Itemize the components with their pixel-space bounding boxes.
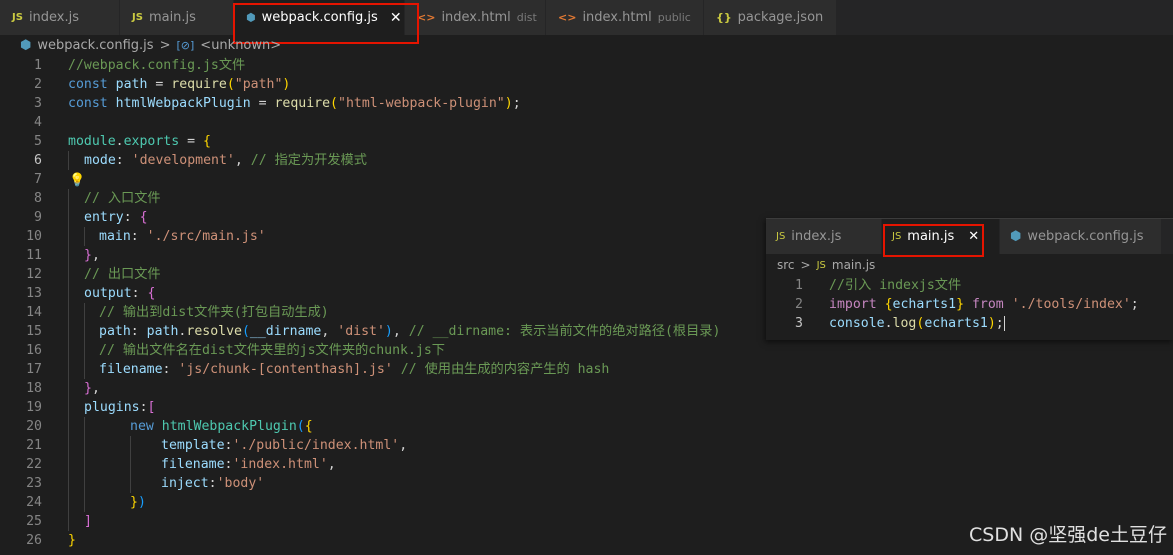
close-icon[interactable]: ✕ bbox=[390, 10, 402, 26]
js-file-icon: JS bbox=[12, 12, 23, 23]
code-line: 24}) bbox=[26, 493, 146, 512]
tab-index-js[interactable]: JS index.js bbox=[766, 219, 882, 254]
tab-label: main.js bbox=[907, 229, 955, 244]
breadcrumb-file[interactable]: main.js bbox=[832, 258, 875, 272]
peek-tab-bar: JS index.js JS main.js ✕ ⬢ webpack.confi… bbox=[766, 219, 1173, 254]
code-line: 2 const path = require("path") bbox=[34, 77, 291, 92]
tab-index-html-public[interactable]: <> index.html public bbox=[546, 0, 704, 35]
tab-label: webpack.config.js bbox=[261, 10, 378, 25]
editor-tab-bar: JS index.js JS main.js ⬢ webpack.config.… bbox=[0, 0, 1173, 35]
tab-label: index.html bbox=[582, 10, 652, 25]
breadcrumb: ⬢ webpack.config.js > [⊘] <unknown> bbox=[0, 35, 1173, 55]
code-line: 23 inject:'body' bbox=[26, 474, 265, 493]
code-line: 21 template:'./public/index.html', bbox=[26, 436, 408, 455]
code-line: 20 new htmlWebpackPlugin({ bbox=[26, 417, 313, 436]
js-file-icon: JS bbox=[776, 231, 786, 242]
tab-package-json[interactable]: {} package.json bbox=[704, 0, 837, 35]
watermark: CSDN @坚强de土豆仔 bbox=[969, 524, 1167, 546]
js-file-icon: JS bbox=[816, 259, 826, 271]
tab-label: index.html bbox=[441, 10, 511, 25]
tab-webpack-config-js[interactable]: ⬢ webpack.config.js bbox=[1000, 219, 1162, 254]
peek-editor-panel: JS index.js JS main.js ✕ ⬢ webpack.confi… bbox=[766, 218, 1173, 340]
tab-description: public bbox=[657, 11, 691, 24]
code-line: 3 console.log(echarts1); bbox=[795, 315, 1005, 331]
tab-label: index.js bbox=[791, 229, 842, 244]
tab-index-js[interactable]: JS index.js bbox=[0, 0, 120, 35]
breadcrumb-folder[interactable]: src bbox=[777, 258, 795, 272]
code-line: 7 💡 bbox=[34, 171, 86, 190]
tab-main-js[interactable]: JS main.js ✕ bbox=[882, 219, 1000, 254]
text-cursor bbox=[1003, 315, 1005, 331]
code-line: 8// 入口文件 bbox=[34, 189, 161, 208]
code-line: 6 mode: 'development', // 指定为开发模式 bbox=[34, 151, 367, 170]
js-file-icon: JS bbox=[892, 231, 902, 242]
code-line: 16// 输出文件名在dist文件夹里的js文件夹的chunk.js下 bbox=[26, 341, 445, 360]
close-icon[interactable]: ✕ bbox=[968, 229, 979, 244]
code-line: 17 filename: 'js/chunk-[contenthash].js' … bbox=[26, 360, 610, 379]
tab-main-js[interactable]: JS main.js bbox=[120, 0, 234, 35]
tab-description: dist bbox=[516, 11, 537, 24]
chevron-right-icon: > bbox=[159, 37, 171, 53]
lightbulb-icon[interactable]: 💡 bbox=[69, 171, 85, 190]
html-file-icon: <> bbox=[558, 11, 577, 24]
code-line: 5 module.exports = { bbox=[34, 134, 211, 149]
webpack-file-icon: ⬢ bbox=[20, 37, 32, 53]
tab-label: index.js bbox=[28, 10, 80, 25]
code-line: 4 bbox=[34, 115, 42, 130]
tab-index-html-dist[interactable]: <> index.html dist bbox=[405, 0, 546, 35]
breadcrumb-file[interactable]: webpack.config.js bbox=[37, 38, 153, 53]
tab-label: main.js bbox=[148, 10, 196, 25]
code-line: 2 import {echarts1} from './tools/index'; bbox=[795, 297, 1139, 312]
breadcrumb-symbol[interactable]: <unknown> bbox=[200, 38, 281, 53]
code-line: 1//引入 indexjs文件 bbox=[795, 278, 962, 293]
peek-breadcrumb: src > JS main.js bbox=[766, 254, 1173, 276]
webpack-file-icon: ⬢ bbox=[246, 11, 256, 24]
html-file-icon: <> bbox=[417, 11, 436, 24]
code-line: 18}, bbox=[26, 379, 100, 398]
json-file-icon: {} bbox=[716, 11, 732, 24]
symbol-icon: [⊘] bbox=[176, 38, 195, 52]
js-file-icon: JS bbox=[132, 12, 143, 23]
code-line: 19 plugins:[ bbox=[26, 398, 156, 417]
tab-webpack-config-js[interactable]: ⬢ webpack.config.js ✕ bbox=[234, 0, 405, 35]
code-line: 1//webpack.config.js文件 bbox=[34, 58, 246, 73]
webpack-file-icon: ⬢ bbox=[1010, 229, 1022, 244]
tab-label: webpack.config.js bbox=[1027, 229, 1144, 244]
tab-label: package.json bbox=[737, 10, 824, 25]
chevron-right-icon: > bbox=[800, 258, 811, 272]
code-line: 22 filename:'index.html', bbox=[26, 455, 336, 474]
code-line: 3 const htmlWebpackPlugin = require("html… bbox=[34, 96, 521, 111]
